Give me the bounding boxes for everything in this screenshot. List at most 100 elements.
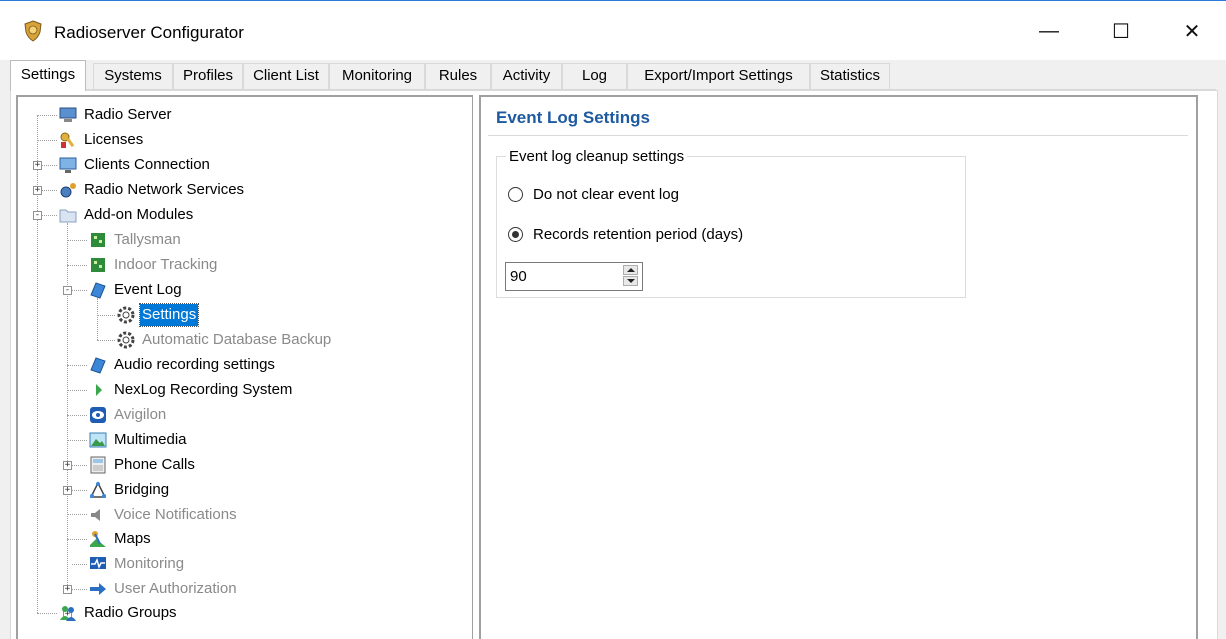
tree-item-event-log[interactable]: Event Log	[88, 279, 184, 301]
minimize-button[interactable]: —	[1021, 11, 1077, 51]
phone-icon	[90, 456, 106, 474]
eye-icon	[90, 407, 106, 423]
maximize-icon: ☐	[1112, 20, 1130, 43]
tree-line	[67, 415, 87, 416]
stepper-buttons	[623, 265, 640, 288]
tab-rules[interactable]: Rules	[425, 63, 491, 89]
monitoring-icon	[90, 557, 106, 570]
gear-icon	[117, 306, 135, 324]
tree-line	[72, 490, 87, 491]
tree-item-multimedia[interactable]: Multimedia	[88, 429, 189, 451]
module-icon	[91, 258, 105, 272]
page-title: Event Log Settings	[496, 108, 650, 127]
tree-item-audio-recording-settings[interactable]: Audio recording settings	[88, 354, 277, 376]
tree-item-avigilon[interactable]: Avigilon	[88, 404, 168, 426]
users-icon	[60, 606, 76, 621]
maximize-button[interactable]: ☐	[1093, 11, 1149, 51]
tree-item-radio-server[interactable]: Radio Server	[58, 104, 174, 126]
retention-days-stepper[interactable]: 90	[505, 262, 643, 291]
expand-toggle[interactable]: +	[63, 486, 72, 495]
group-title: Event log cleanup settings	[506, 148, 688, 165]
gear-icon	[117, 331, 135, 349]
tree-item-settings[interactable]: Settings	[116, 303, 200, 327]
close-icon: ✕	[1183, 20, 1201, 43]
tree-item-bridging[interactable]: Bridging	[88, 479, 171, 501]
tree-item-add-on-modules[interactable]: Add-on Modules	[58, 204, 195, 226]
tree-line	[97, 298, 98, 340]
tree-line	[97, 315, 115, 316]
option-do-not-clear[interactable]: Do not clear event log	[508, 186, 679, 203]
tree-item-monitoring[interactable]: Monitoring	[88, 553, 186, 575]
tree-item-clients-connection[interactable]: Clients Connection	[58, 154, 212, 176]
title-bar: Radioserver Configurator — ☐ ✕	[0, 0, 1226, 60]
tree-line	[67, 265, 87, 266]
tree-line	[37, 140, 57, 141]
tree-line	[67, 240, 87, 241]
tree-line	[72, 465, 87, 466]
decrement-button[interactable]	[623, 276, 638, 286]
image-icon	[89, 432, 107, 448]
tree-item-user-authorization[interactable]: User Authorization	[88, 578, 239, 600]
tree-item-licenses[interactable]: Licenses	[58, 129, 145, 151]
tree-item-tallysman[interactable]: Tallysman	[88, 229, 183, 251]
tree-item-voice-notifications[interactable]: Voice Notifications	[88, 504, 239, 526]
tree-item-maps[interactable]: Maps	[88, 528, 153, 550]
tree-line	[67, 514, 87, 515]
key-icon	[60, 132, 75, 148]
collapse-toggle[interactable]: -	[63, 286, 72, 295]
tree-item-nexlog-recording-system[interactable]: NexLog Recording System	[88, 379, 294, 401]
expand-toggle[interactable]: +	[63, 585, 72, 594]
main-tab-strip: Settings Systems Profiles Client List Mo…	[10, 60, 1226, 91]
option-retention-period[interactable]: Records retention period (days)	[508, 226, 743, 243]
tab-systems[interactable]: Systems	[93, 63, 173, 89]
tree-item-phone-calls[interactable]: Phone Calls	[88, 454, 197, 476]
close-button[interactable]: ✕	[1164, 11, 1220, 51]
tab-log[interactable]: Log	[562, 63, 627, 89]
tab-settings[interactable]: Settings	[10, 60, 86, 91]
map-icon	[90, 531, 106, 547]
tree-line	[97, 340, 115, 341]
radio-button-checked[interactable]	[508, 227, 523, 242]
expand-toggle[interactable]: +	[33, 161, 42, 170]
bridge-icon	[89, 481, 107, 498]
login-arrow-icon	[90, 583, 106, 595]
tab-statistics[interactable]: Statistics	[810, 63, 890, 89]
option-retention-period-label: Records retention period (days)	[533, 226, 744, 243]
tree-line	[67, 223, 68, 593]
module-icon	[91, 233, 105, 247]
tree-item-radio-groups[interactable]: Radio Groups	[58, 602, 179, 624]
tree-line	[42, 165, 57, 166]
tree-line	[37, 613, 57, 614]
server-icon	[59, 107, 77, 122]
tree-line	[37, 115, 57, 116]
tree-item-automatic-database-backup[interactable]: Automatic Database Backup	[116, 329, 333, 351]
tree-line	[72, 290, 87, 291]
radio-button[interactable]	[508, 187, 523, 202]
log-icon	[90, 357, 106, 374]
tree-line	[42, 190, 57, 191]
tab-client-list[interactable]: Client List	[243, 63, 329, 89]
increment-button[interactable]	[623, 265, 638, 275]
tree-item-indoor-tracking[interactable]: Indoor Tracking	[88, 254, 219, 276]
tree-line	[72, 564, 87, 565]
tree-item-radio-network-services[interactable]: Radio Network Services	[58, 179, 246, 201]
tab-export-import-settings[interactable]: Export/Import Settings	[627, 63, 810, 89]
tab-monitoring[interactable]: Monitoring	[329, 63, 425, 89]
tab-profiles[interactable]: Profiles	[173, 63, 243, 89]
minimize-icon: —	[1039, 19, 1059, 42]
expand-toggle[interactable]: +	[33, 186, 42, 195]
tree-line	[67, 365, 87, 366]
tree-line	[72, 589, 87, 590]
folder-icon	[59, 209, 77, 223]
collapse-toggle[interactable]: -	[33, 211, 42, 220]
window-title: Radioserver Configurator	[54, 23, 244, 42]
tab-activity[interactable]: Activity	[491, 63, 562, 89]
monitor-network-icon	[59, 157, 77, 173]
retention-days-value[interactable]: 90	[510, 268, 527, 285]
expand-toggle[interactable]: +	[63, 461, 72, 470]
app-shield-icon	[24, 20, 42, 42]
tree-line	[67, 390, 87, 391]
tree-line	[67, 440, 87, 441]
tree-line	[42, 215, 57, 216]
heading-divider	[488, 135, 1188, 136]
